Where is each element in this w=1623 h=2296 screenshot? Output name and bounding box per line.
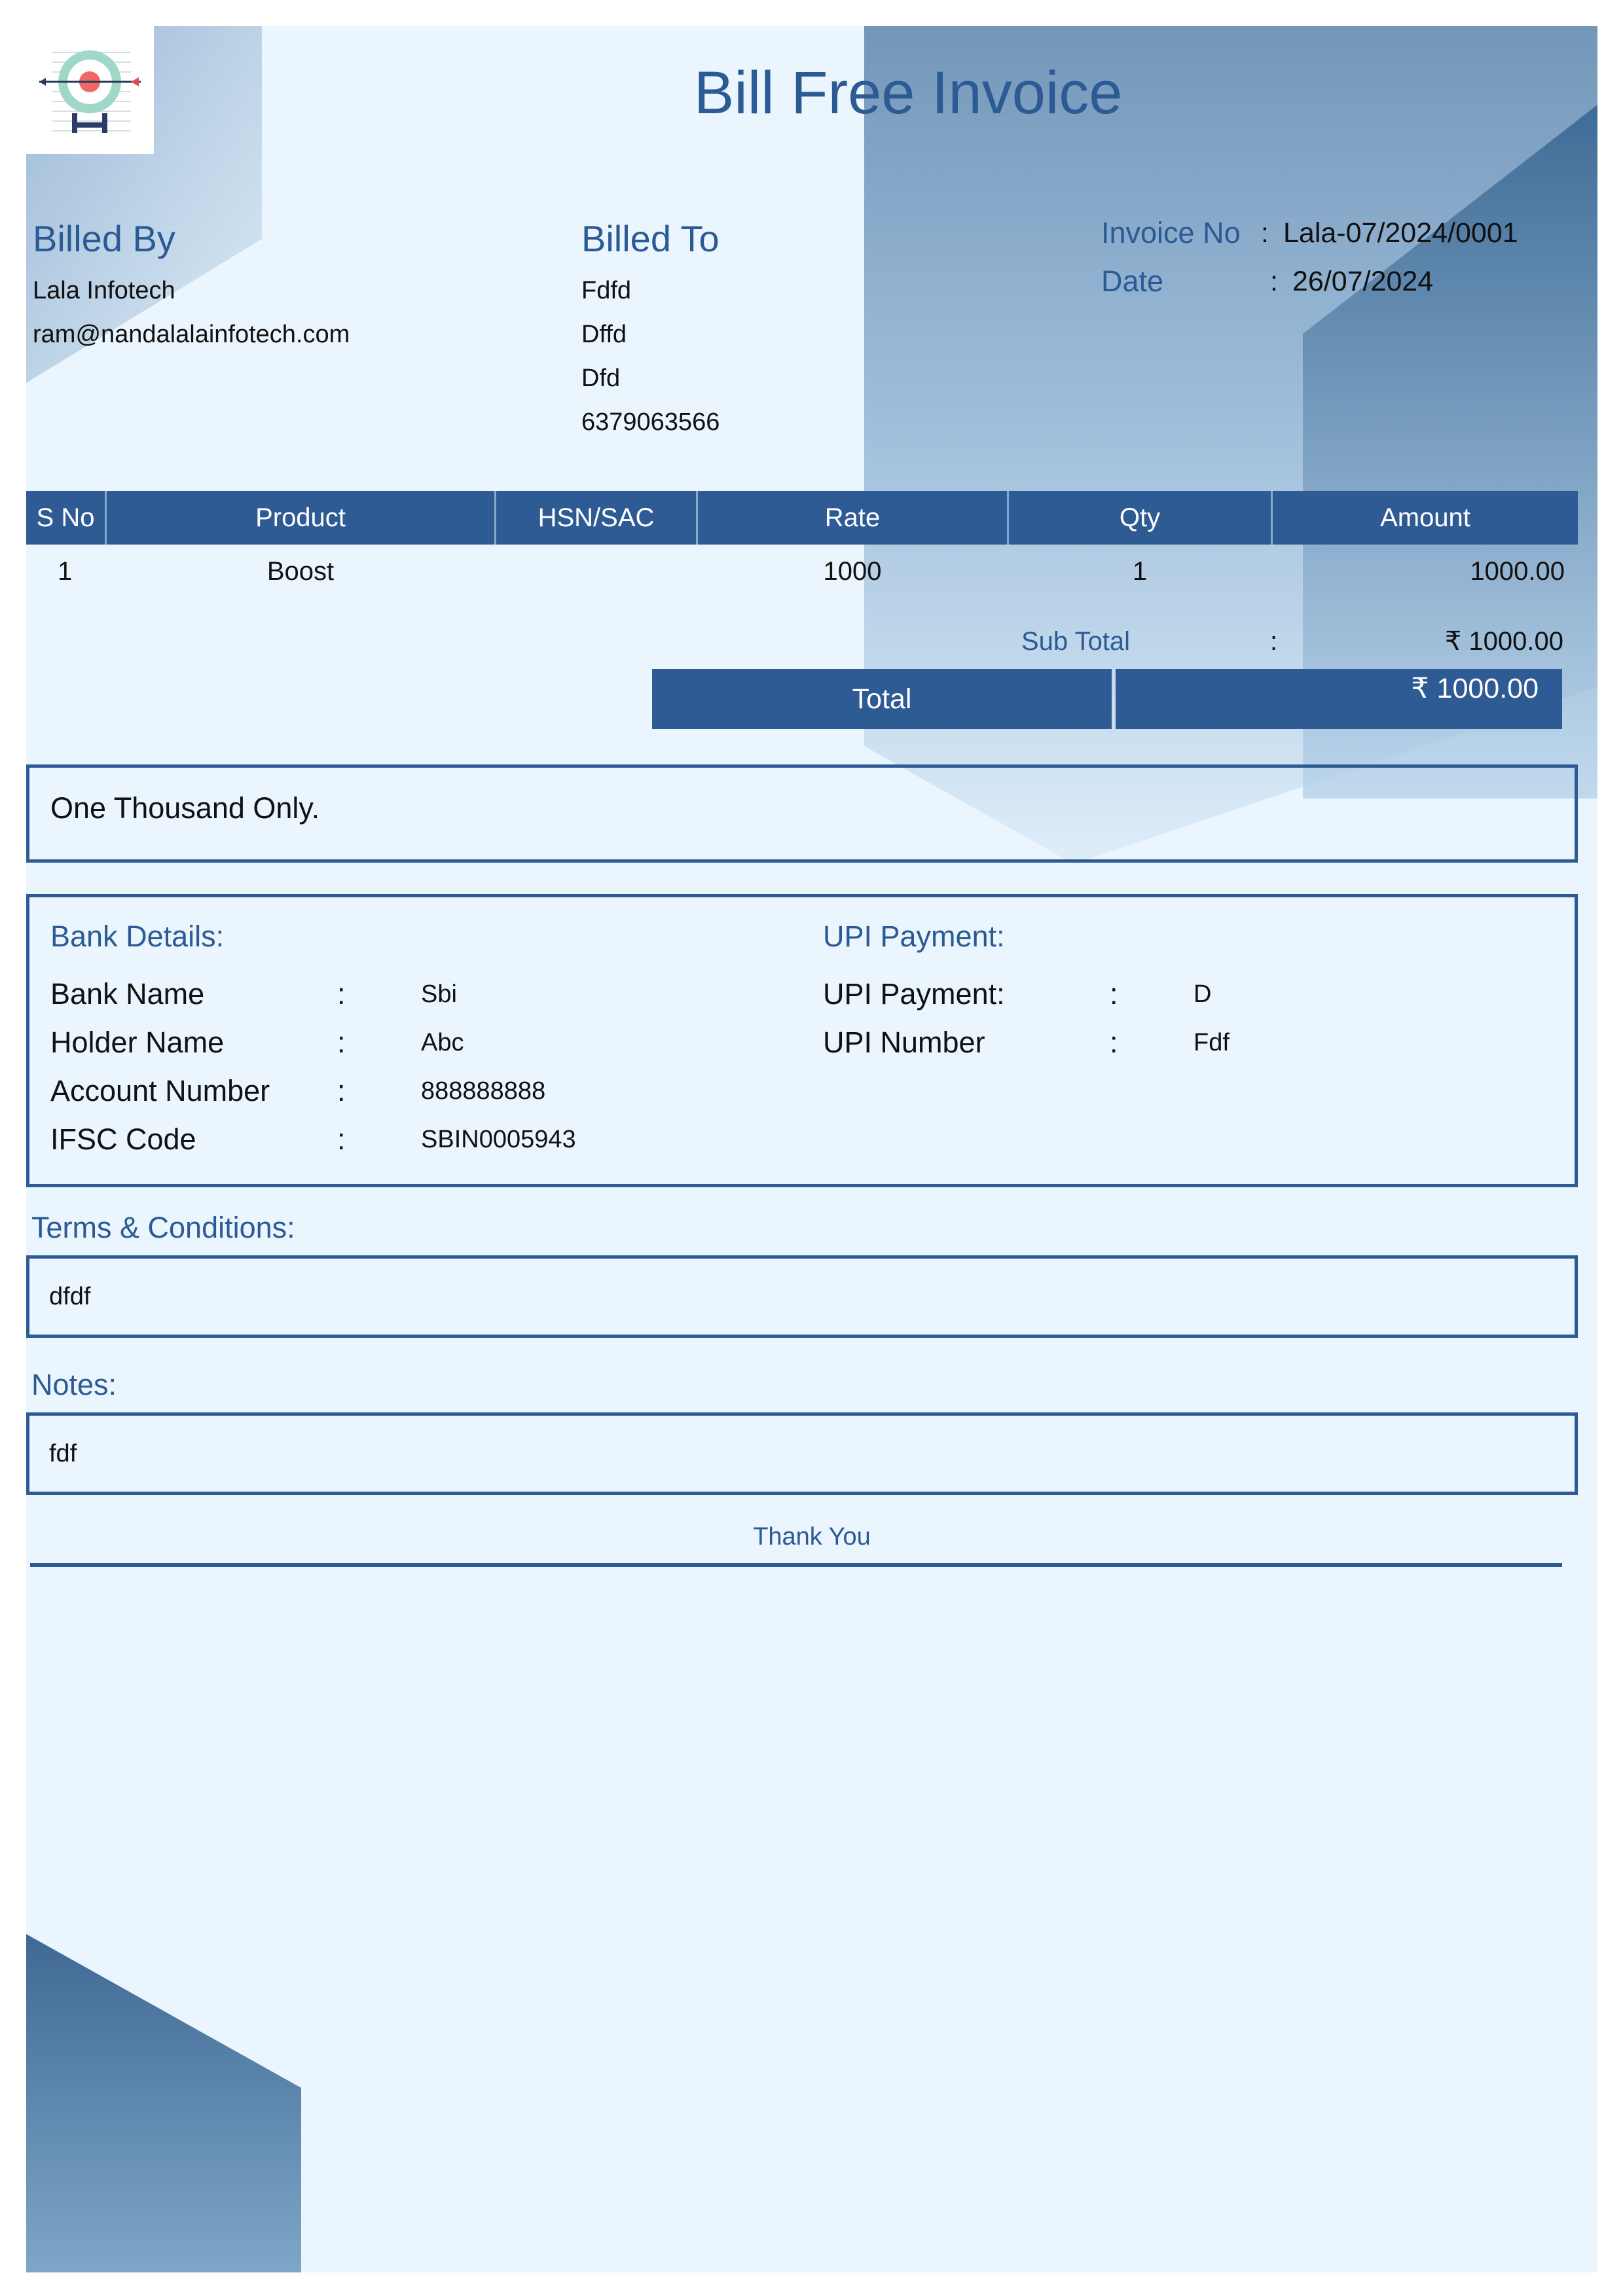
invoice-title: Bill Free Invoice [694, 60, 1123, 126]
terms-text: dfdf [49, 1283, 91, 1310]
billed-to-line: Fdfd [581, 277, 632, 304]
holder-name-value: Abc [421, 1029, 464, 1056]
total-label: Total [652, 669, 1112, 729]
column-header-amount: Amount [1380, 503, 1470, 532]
amount-in-words-box: One Thousand Only. [26, 764, 1578, 863]
billed-by-email: ram@nandalalainfotech.com [33, 321, 350, 348]
upi-heading: UPI Payment: [823, 920, 1005, 953]
bank-name-value: Sbi [421, 980, 457, 1008]
account-number-value: 888888888 [421, 1077, 546, 1105]
notes-heading: Notes: [31, 1368, 117, 1401]
total-value: ₹ 1000.00 [1116, 669, 1562, 729]
items-table-header: S No Product HSN/SAC Rate Qty Amount [26, 491, 1578, 545]
column-header-hsn: HSN/SAC [538, 503, 655, 532]
billed-to-line: Dfd [581, 365, 621, 392]
upi-payment-value: D [1194, 980, 1212, 1008]
thank-you-text: Thank You [753, 1523, 871, 1551]
invoice-no-separator: : [1261, 217, 1269, 249]
holder-name-separator: : [337, 1026, 346, 1059]
ifsc-code-value: SBIN0005943 [421, 1126, 576, 1153]
bank-name-separator: : [337, 977, 346, 1011]
column-header-sno: S No [36, 503, 95, 532]
billed-by-name: Lala Infotech [33, 277, 175, 304]
company-logo [26, 26, 154, 154]
upi-number-label: UPI Number [823, 1026, 985, 1059]
billed-to-heading: Billed To [581, 218, 720, 259]
terms-heading: Terms & Conditions: [31, 1211, 295, 1244]
ifsc-code-label: IFSC Code [50, 1122, 196, 1156]
notes-box: fdf [26, 1412, 1578, 1495]
upi-payment-label: UPI Payment: [823, 977, 1005, 1011]
date-value: 26/07/2024 [1292, 266, 1434, 297]
bank-name-label: Bank Name [50, 977, 205, 1011]
date-label: Date [1101, 264, 1164, 298]
cell-product: Boost [266, 557, 335, 586]
column-header-qty: Qty [1119, 503, 1161, 532]
billed-by-heading: Billed By [33, 218, 175, 259]
notes-text: fdf [49, 1440, 77, 1467]
ifsc-code-separator: : [337, 1122, 346, 1156]
cell-amount: 1000.00 [1470, 557, 1565, 586]
holder-name-label: Holder Name [50, 1026, 225, 1059]
subtotal-separator: : [1270, 627, 1278, 656]
cell-qty: 1 [1132, 557, 1148, 586]
subtotal-value: ₹ 1000.00 [1444, 627, 1563, 656]
billed-to-phone: 6379063566 [581, 408, 720, 436]
cell-rate: 1000 [823, 557, 882, 586]
cell-hsn [496, 553, 696, 590]
upi-number-value: Fdf [1194, 1029, 1230, 1056]
payment-details-box: Bank Details: Bank Name : Sbi Holder Nam… [26, 894, 1578, 1187]
terms-box: dfdf [26, 1255, 1578, 1338]
date-separator: : [1270, 266, 1278, 297]
invoice-page: Bill Free Invoice Billed By Lala Infotec… [26, 26, 1597, 2272]
amount-in-words: One Thousand Only. [50, 791, 320, 825]
bank-details-heading: Bank Details: [50, 920, 225, 953]
bottom-left-shape [26, 1934, 301, 2272]
invoice-no-value: Lala-07/2024/0001 [1283, 217, 1518, 249]
account-number-label: Account Number [50, 1074, 270, 1107]
column-header-product: Product [255, 503, 346, 532]
column-header-rate: Rate [824, 503, 881, 532]
footer-divider [30, 1563, 1562, 1567]
upi-payment-separator: : [1110, 977, 1118, 1011]
subtotal-label: Sub Total [1021, 627, 1131, 656]
cell-sno: 1 [58, 557, 73, 586]
billed-to-line: Dffd [581, 321, 627, 348]
invoice-no-label: Invoice No [1101, 216, 1241, 249]
account-number-separator: : [337, 1074, 346, 1107]
target-arrow-icon [39, 50, 141, 133]
upi-number-separator: : [1110, 1026, 1118, 1059]
